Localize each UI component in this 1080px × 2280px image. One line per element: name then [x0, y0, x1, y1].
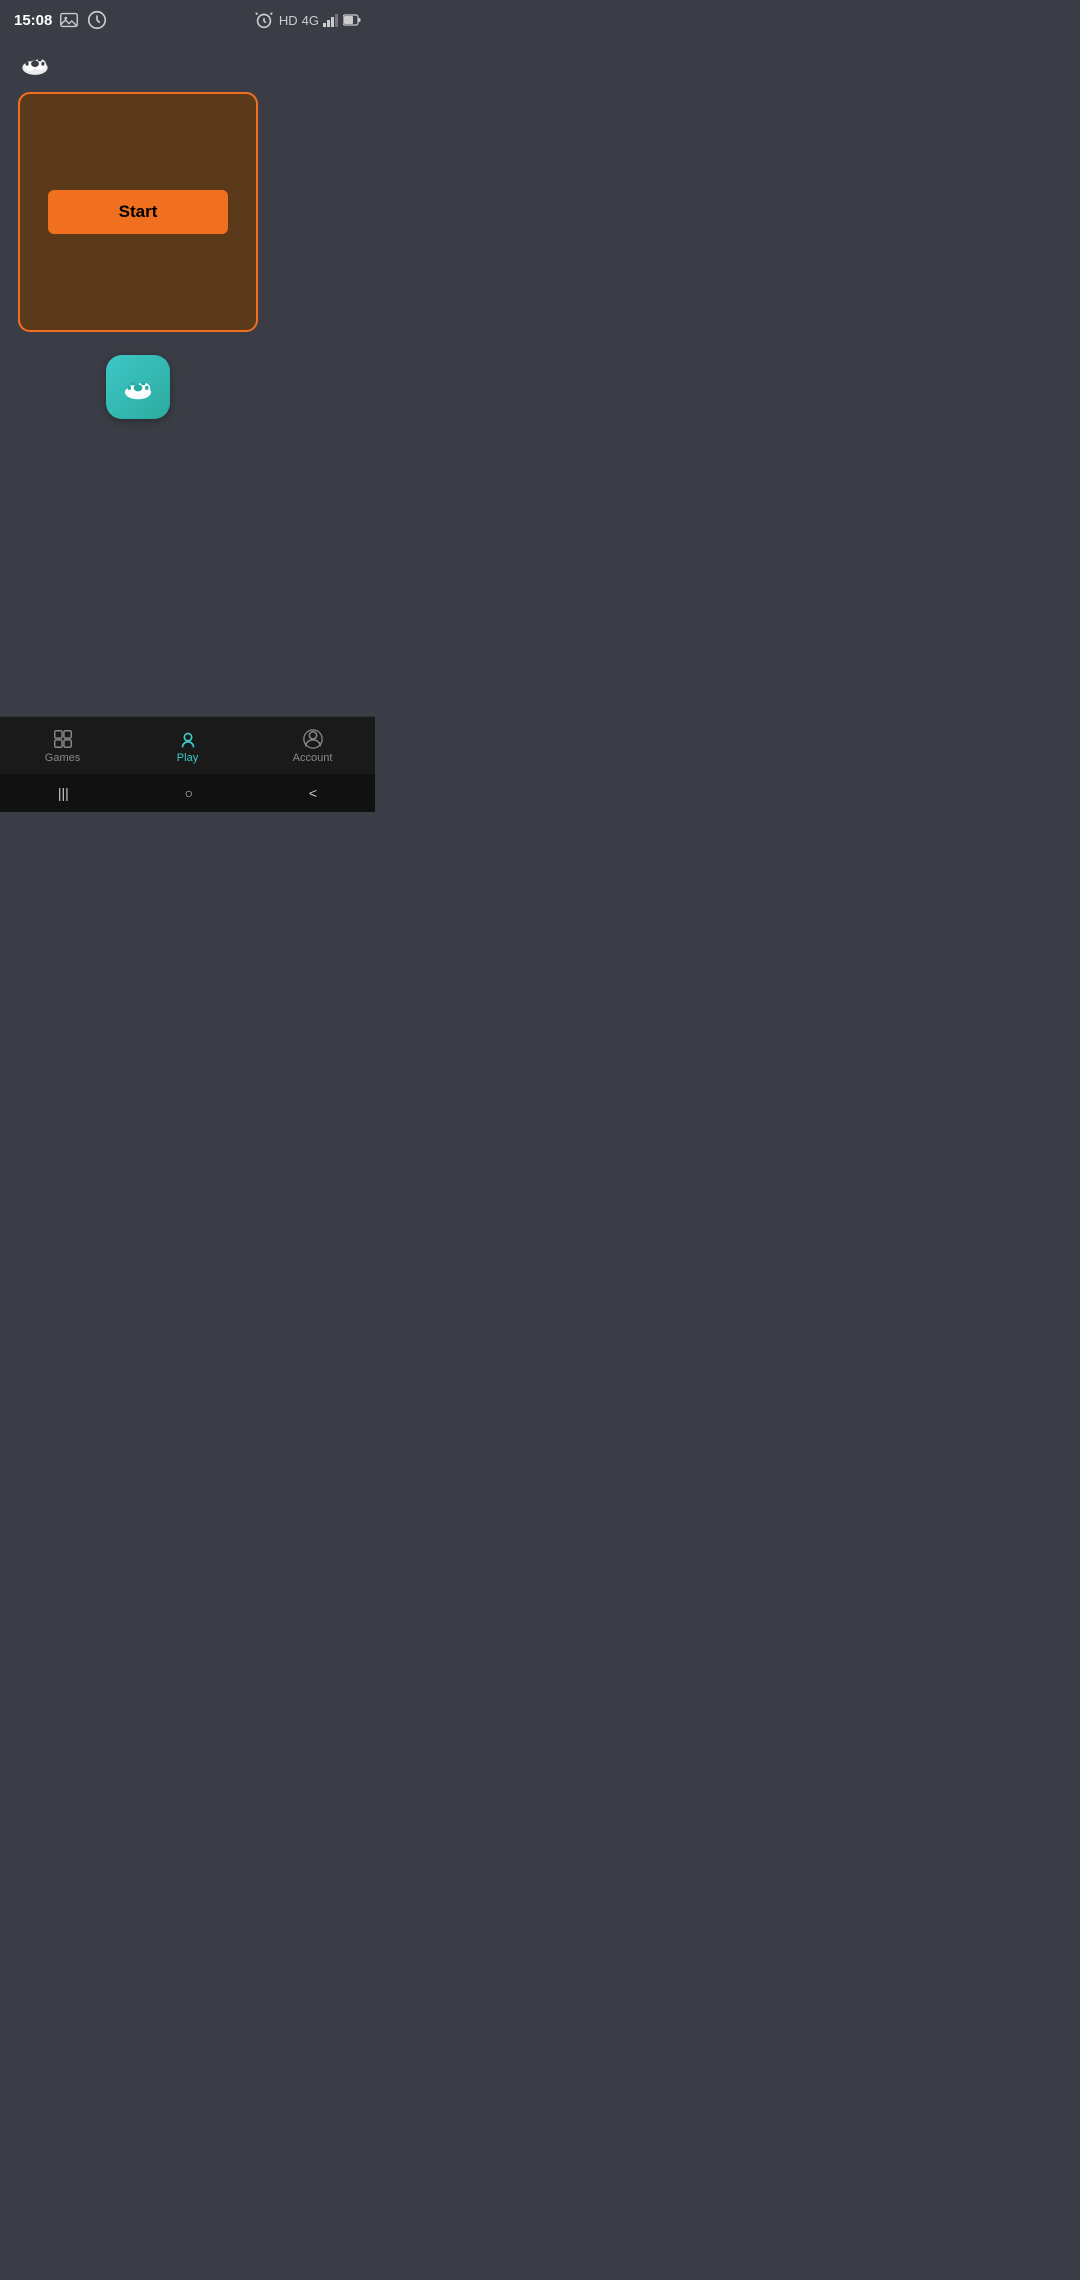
games-label: Games [45, 752, 80, 764]
start-button[interactable]: Start [48, 190, 228, 234]
bottom-nav: Games Play Account [0, 716, 375, 774]
recent-apps-button[interactable]: ||| [58, 785, 69, 801]
status-time: 15:08 [14, 12, 52, 29]
paw-cloud-logo-icon [16, 44, 54, 82]
status-bar: 15:08 HD 4G [0, 0, 375, 36]
account-label: Account [293, 752, 333, 764]
app-logo-bar [0, 36, 375, 92]
android-nav-bar: ||| ○ < [0, 774, 375, 812]
nav-item-play[interactable]: Play [125, 728, 250, 764]
main-content: Start coc [0, 92, 375, 387]
account-icon [302, 728, 324, 750]
4g-badge: 4G [302, 13, 319, 28]
home-button[interactable]: ○ [185, 785, 193, 801]
play-icon [177, 728, 199, 750]
game-card: Start [18, 92, 258, 332]
app-logo [14, 42, 56, 84]
image-status-icon [58, 9, 80, 31]
games-icon [52, 728, 74, 750]
history-status-icon [86, 9, 108, 31]
game-icon-wrapper [106, 355, 170, 419]
signal-icon [323, 13, 339, 27]
game-app-icon [117, 366, 159, 408]
game-card-container: Start coc [18, 92, 258, 387]
nav-item-account[interactable]: Account [250, 728, 375, 764]
nav-item-games[interactable]: Games [0, 728, 125, 764]
status-right: HD 4G [253, 9, 361, 31]
hd-badge: HD [279, 13, 298, 28]
battery-icon [343, 14, 361, 26]
status-left: 15:08 [14, 9, 108, 31]
alarm-status-icon [253, 9, 275, 31]
play-label: Play [177, 752, 198, 764]
back-button[interactable]: < [309, 785, 317, 801]
